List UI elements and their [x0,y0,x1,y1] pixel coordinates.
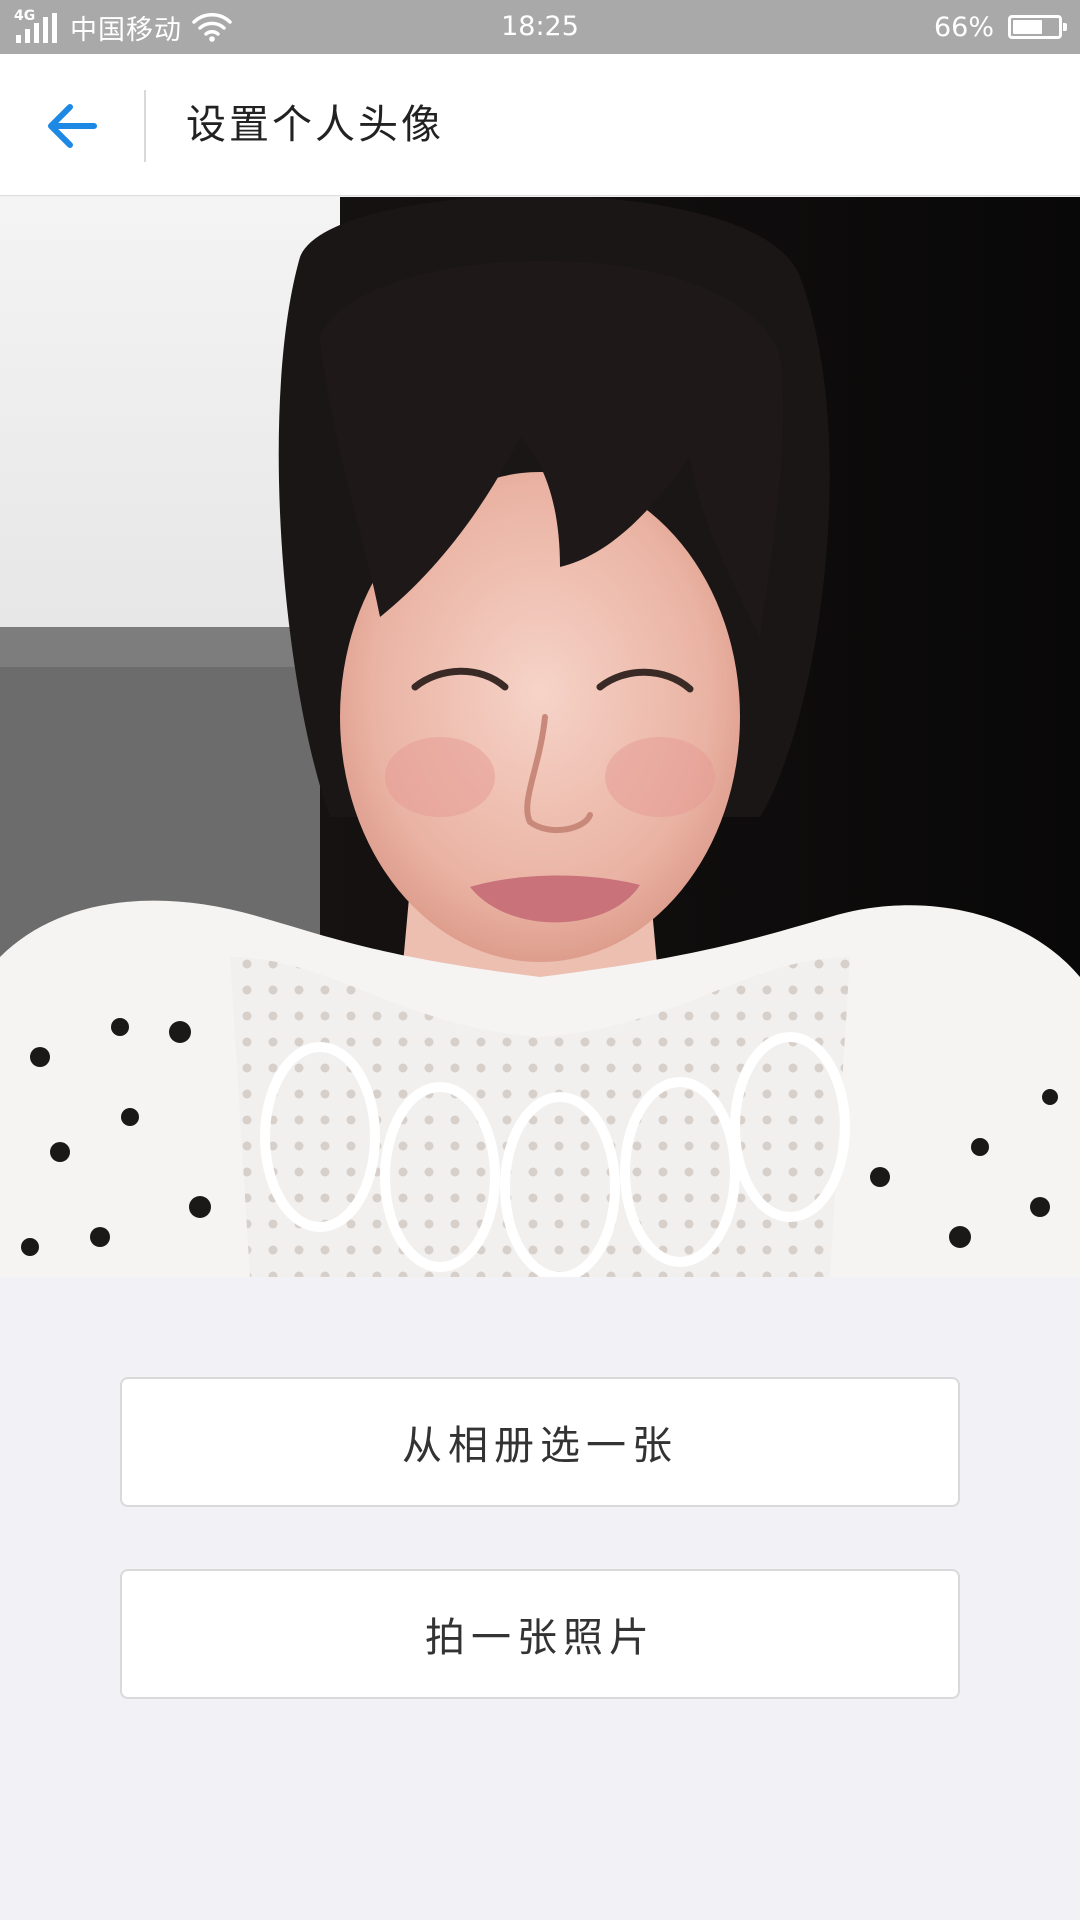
back-button[interactable] [30,90,114,162]
status-right: 66% [933,0,1067,54]
take-photo-button[interactable]: 拍一张照片 [120,1569,960,1699]
status-bar: 4G 中国移动 18:25 66% [0,0,1080,54]
status-time: 18:25 [501,11,579,42]
page-title: 设置个人头像 [186,102,444,148]
arrow-left-icon [48,104,97,148]
nav-divider [144,90,146,162]
choose-from-album-button[interactable]: 从相册选一张 [120,1377,960,1507]
battery-percent: 66% [933,11,994,43]
nav-bar: 设置个人头像 [0,54,1080,196]
battery-icon [1008,15,1067,39]
battery-level [1013,20,1042,34]
avatar-photo [0,197,1080,1277]
